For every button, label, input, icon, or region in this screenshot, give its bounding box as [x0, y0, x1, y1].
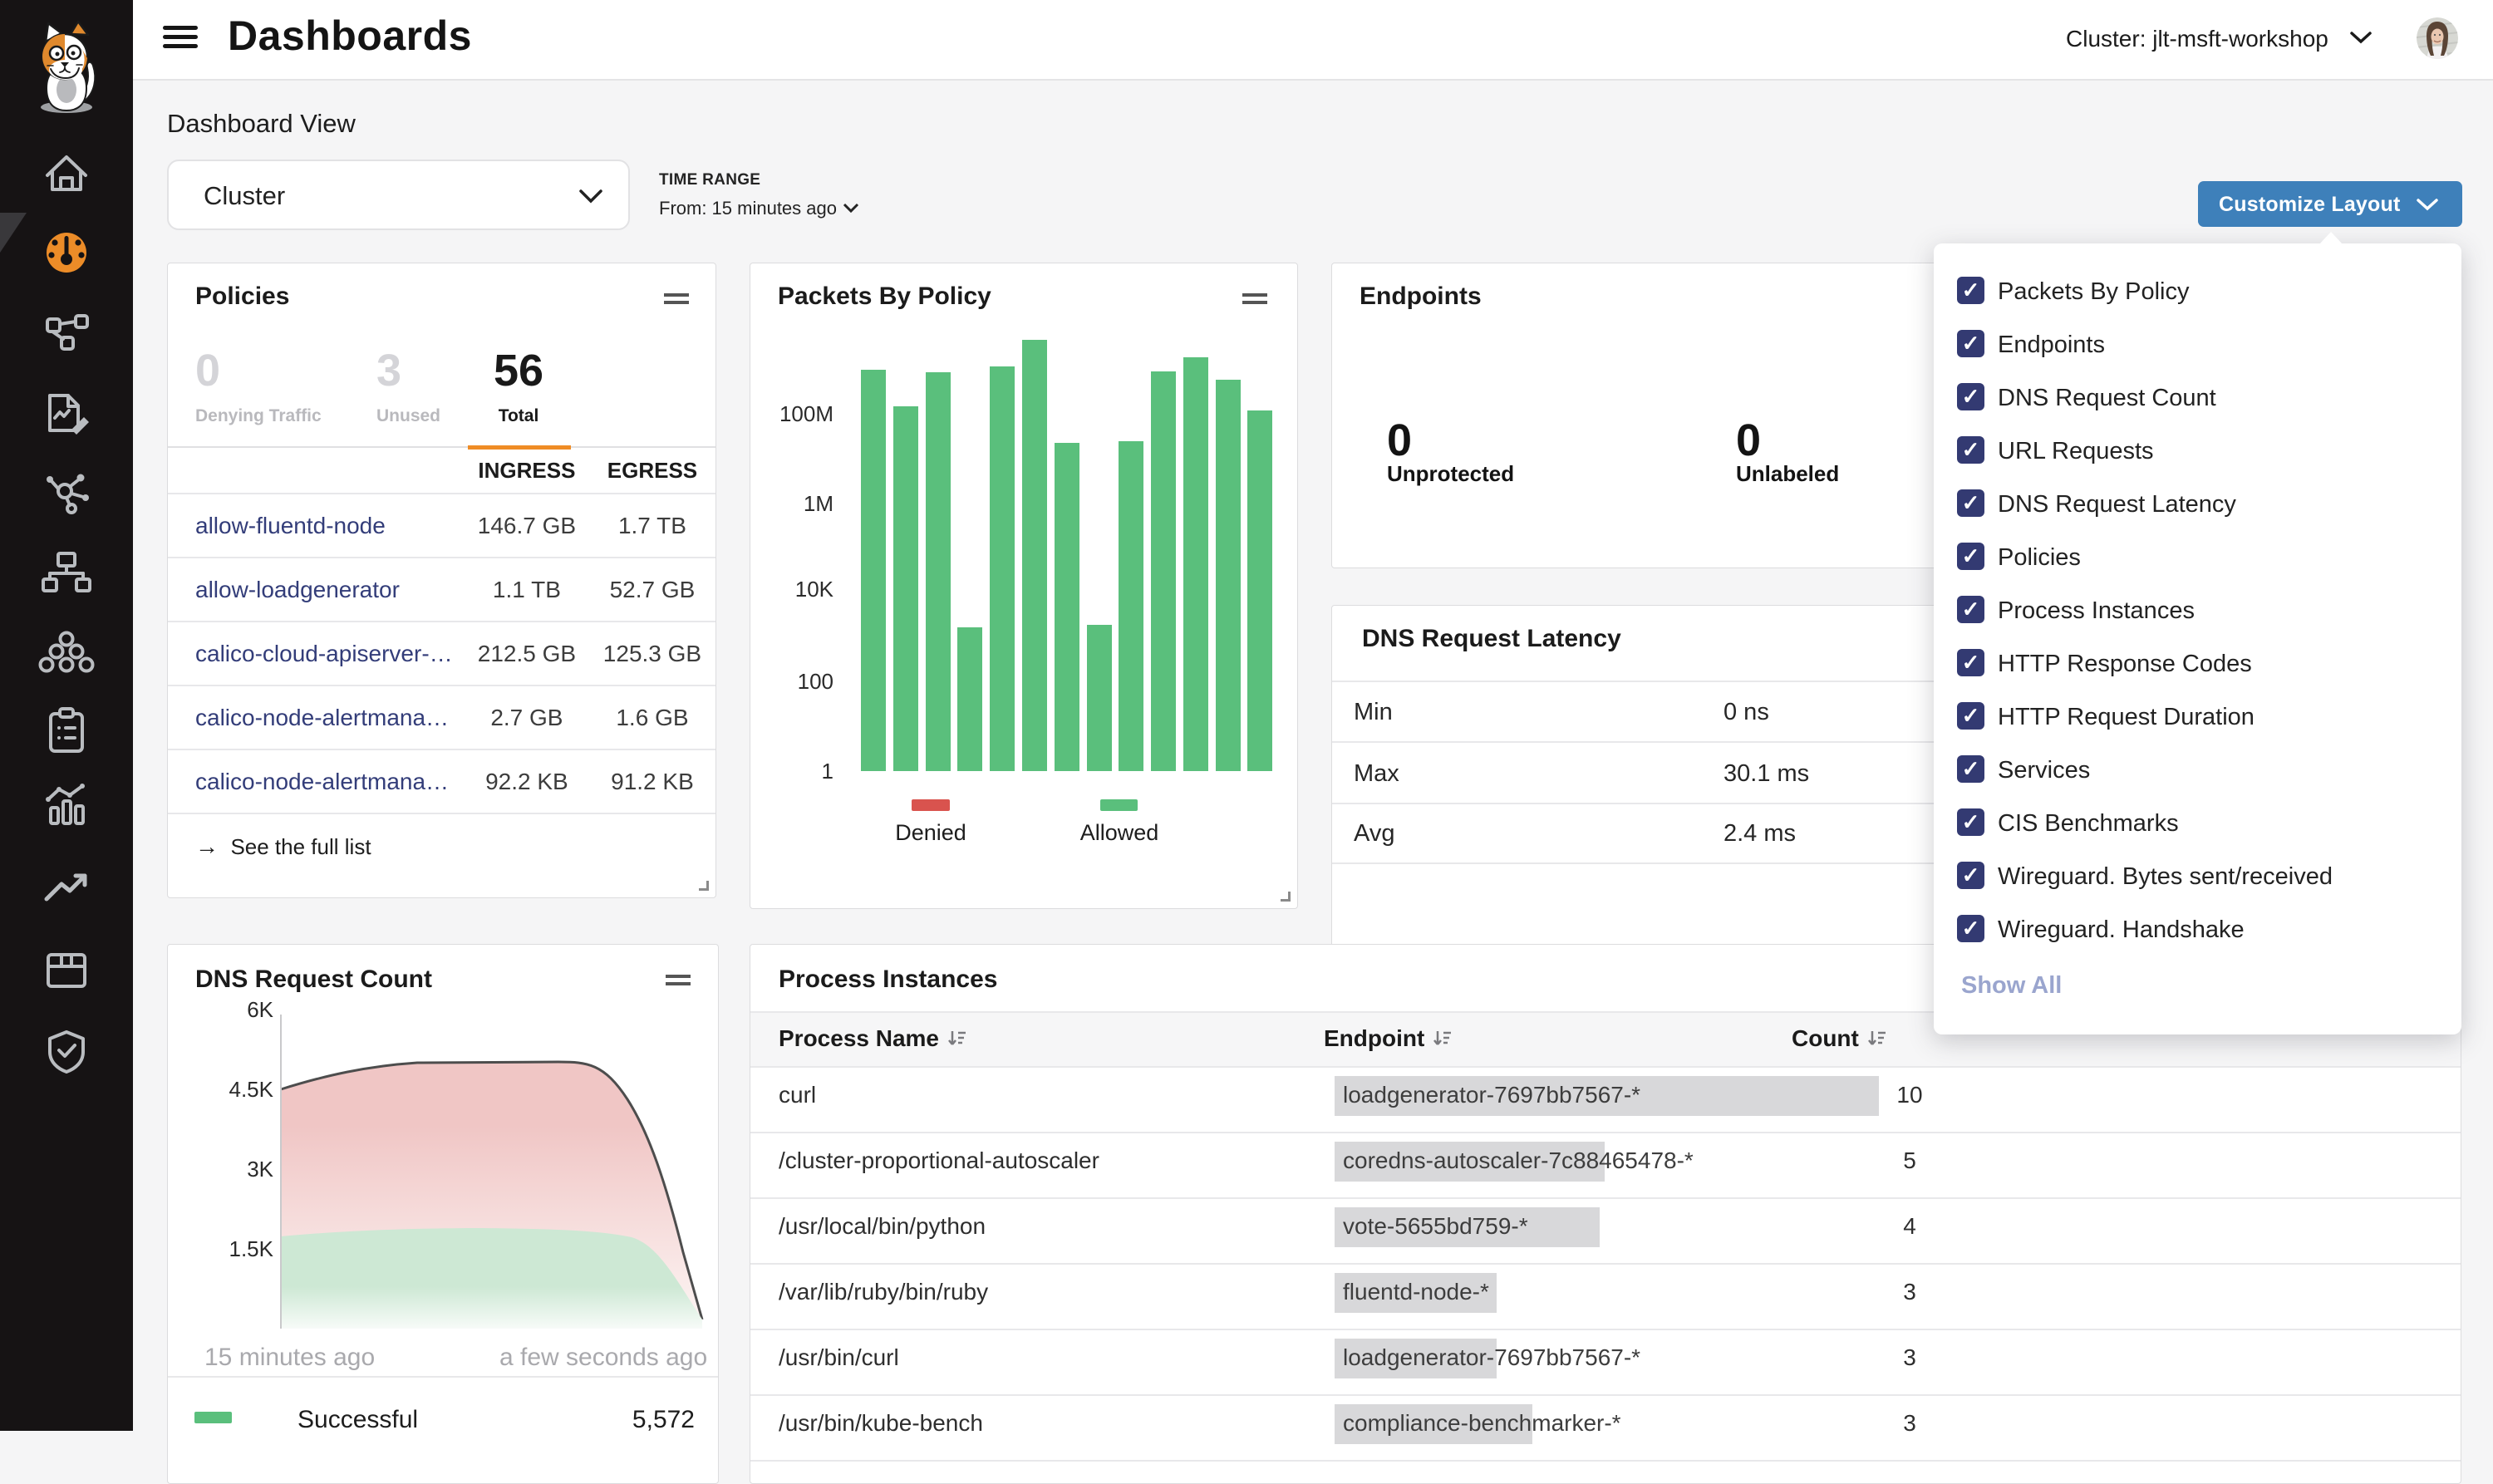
svg-text:15 minutes ago: 15 minutes ago: [204, 1344, 375, 1371]
svg-text:100: 100: [798, 669, 833, 694]
svg-text:4.5K: 4.5K: [229, 1077, 274, 1102]
svg-text:1M: 1M: [804, 491, 833, 516]
svg-text:Denied: Denied: [895, 820, 966, 845]
svg-text:3K: 3K: [247, 1157, 273, 1182]
svg-text:a few seconds ago: a few seconds ago: [499, 1344, 707, 1371]
svg-text:5,572: 5,572: [632, 1406, 695, 1432]
svg-text:1: 1: [822, 759, 833, 784]
svg-text:Successful: Successful: [297, 1406, 418, 1432]
svg-text:100M: 100M: [779, 401, 833, 426]
svg-text:10K: 10K: [795, 577, 834, 602]
svg-text:Allowed: Allowed: [1080, 820, 1159, 845]
svg-text:6K: 6K: [247, 997, 273, 1022]
svg-text:1.5K: 1.5K: [229, 1236, 274, 1261]
